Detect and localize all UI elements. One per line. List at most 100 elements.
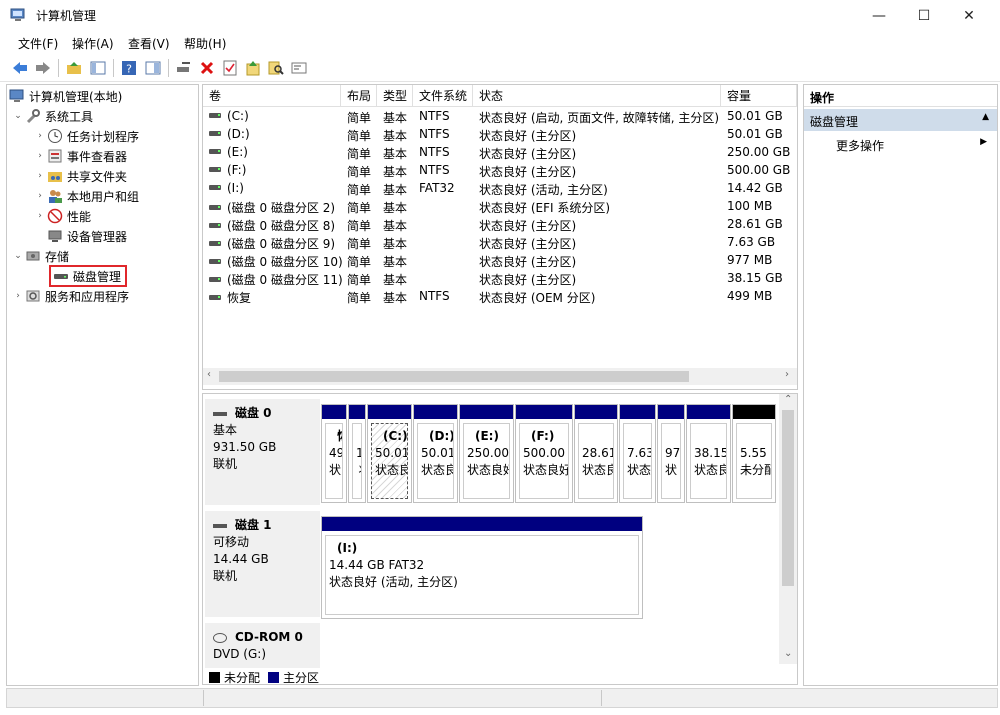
volume-row[interactable]: (磁盘 0 磁盘分区 9) 简单 基本 状态良好 (主分区) 7.63 GB (203, 234, 797, 252)
tree-item-event-viewer[interactable]: › 事件查看器 (33, 146, 127, 166)
tree-item-performance[interactable]: › 性能 (33, 206, 91, 226)
cell-layout: 简单 (347, 163, 371, 180)
delete-icon[interactable] (197, 58, 217, 78)
chevron-right-icon[interactable]: › (33, 191, 47, 201)
cell-layout: 简单 (347, 289, 371, 306)
partition-size: 14.44 GB FAT32 (329, 558, 425, 572)
show-hide-tree-icon[interactable] (88, 58, 108, 78)
chevron-right-icon[interactable]: › (33, 211, 47, 221)
up-folder-icon[interactable] (64, 58, 84, 78)
tree-item-system-tools[interactable]: ⌄ 系统工具 (11, 106, 93, 126)
volume-row[interactable]: (磁盘 0 磁盘分区 10) 简单 基本 状态良好 (主分区) 977 MB (203, 252, 797, 270)
disk0-partition[interactable]: (F:) 500.00 状态良好 (515, 404, 573, 503)
chevron-right-icon[interactable]: › (33, 151, 47, 161)
disk0-partition[interactable]: 7.63 状态 (619, 404, 656, 503)
chevron-right-icon[interactable]: › (11, 291, 25, 301)
volume-row[interactable]: 恢复 简单 基本 NTFS 状态良好 (OEM 分区) 499 MB (203, 288, 797, 306)
horizontal-scrollbar[interactable]: ‹ › (203, 368, 797, 385)
scroll-thumb[interactable] (782, 410, 794, 586)
cell-type: 基本 (383, 199, 407, 216)
partition-bar (322, 517, 642, 531)
forward-arrow-icon[interactable] (33, 58, 53, 78)
partition-line-3: 状态良 (582, 463, 613, 477)
tree-item-disk-management[interactable]: 磁盘管理 (49, 265, 128, 287)
cell-volume: (F:) (209, 163, 246, 177)
disk0-name: 磁盘 0 (235, 406, 272, 420)
disk0-partition[interactable]: (C:) 50.01 状态良 (367, 404, 412, 503)
disk0-partition[interactable]: 5.55 未分配 (732, 404, 776, 503)
volume-row[interactable]: (I:) 简单 基本 FAT32 状态良好 (活动, 主分区) 14.42 GB (203, 180, 797, 198)
column-header-status[interactable]: 状态 (473, 85, 721, 107)
shared-folder-icon (47, 168, 63, 184)
chevron-right-icon[interactable]: › (33, 171, 47, 181)
partition-line-3: 状态良好 (467, 463, 509, 477)
volume-row[interactable]: (F:) 简单 基本 NTFS 状态良好 (主分区) 500.00 GB (203, 162, 797, 180)
menu-view[interactable]: 查看(V) (128, 35, 170, 52)
column-header-capacity[interactable]: 容量 (721, 85, 797, 107)
cdrom-label[interactable]: CD-ROM 0 DVD (G:) (205, 623, 320, 668)
disk0-partition[interactable]: 1丬 (348, 404, 366, 503)
menu-help[interactable]: 帮助(H) (184, 35, 226, 52)
help-icon[interactable]: ? (119, 58, 139, 78)
vertical-scrollbar[interactable]: ⌃ ⌄ (779, 394, 797, 664)
disk0-partition[interactable]: (E:) 250.00 状态良好 (459, 404, 514, 503)
scroll-right-icon[interactable]: › (785, 369, 789, 380)
drive-icon (209, 185, 221, 190)
back-arrow-icon[interactable] (10, 58, 30, 78)
close-button[interactable]: ✕ (946, 0, 992, 31)
disk0-partition[interactable]: 28.61 状态良 (574, 404, 618, 503)
cell-layout-text: 简单 (347, 237, 372, 251)
scroll-thumb[interactable] (219, 371, 689, 382)
cell-layout: 简单 (347, 217, 371, 234)
chevron-right-icon[interactable]: › (33, 131, 47, 141)
more-actions-item[interactable]: 更多操作 ▶ (804, 134, 997, 154)
column-header-volume[interactable]: 卷 (203, 85, 341, 107)
volume-row[interactable]: (磁盘 0 磁盘分区 8) 简单 基本 状态良好 (主分区) 28.61 GB (203, 216, 797, 234)
column-header-filesystem[interactable]: 文件系统 (413, 85, 473, 107)
menu-file[interactable]: 文件(F) (18, 35, 58, 52)
cell-status-text: 状态良好 (启动, 页面文件, 故障转储, 主分区) (479, 111, 720, 125)
volume-row[interactable]: (E:) 简单 基本 NTFS 状态良好 (主分区) 250.00 GB (203, 144, 797, 162)
import-icon[interactable] (243, 58, 263, 78)
maximize-button[interactable]: ☐ (901, 0, 947, 31)
tree-item-root[interactable]: 计算机管理(本地) (9, 86, 122, 106)
cell-volume: (磁盘 0 磁盘分区 2) (209, 199, 335, 216)
disk0-partition[interactable]: 38.15 状态良 (686, 404, 731, 503)
cell-type: 基本 (383, 181, 407, 198)
column-header-type[interactable]: 类型 (377, 85, 413, 107)
tree-item-device-manager[interactable]: 设备管理器 (47, 226, 127, 246)
disk1-label[interactable]: 磁盘 1 可移动 14.44 GB 联机 (205, 511, 320, 617)
console-icon[interactable] (289, 58, 309, 78)
tree-item-local-users[interactable]: › 本地用户和组 (33, 186, 139, 206)
minimize-button[interactable]: — (856, 0, 902, 31)
actions-section-disk-management[interactable]: 磁盘管理 ▲ (804, 109, 997, 131)
connect-drive-icon[interactable] (174, 58, 194, 78)
checklist-icon[interactable] (220, 58, 240, 78)
tree-item-storage[interactable]: ⌄ 存储 (11, 246, 69, 266)
column-header-layout[interactable]: 布局 (341, 85, 377, 107)
properties-view-icon[interactable] (143, 58, 163, 78)
search-icon[interactable] (266, 58, 286, 78)
cell-volume-text: (磁盘 0 磁盘分区 11) (227, 273, 343, 287)
disk0-label[interactable]: 磁盘 0 基本 931.50 GB 联机 (205, 399, 320, 505)
disk1-partition-i[interactable]: (I:) 14.44 GB FAT32 状态良好 (活动, 主分区) (321, 516, 643, 619)
volume-row[interactable]: (C:) 简单 基本 NTFS 状态良好 (启动, 页面文件, 故障转储, 主分区) 50… (203, 108, 797, 126)
disk0-partition[interactable]: (D:) 50.01 状态良 (413, 404, 458, 503)
scroll-up-icon[interactable]: ⌃ (784, 394, 792, 405)
chevron-down-icon[interactable]: ⌄ (11, 111, 25, 121)
volume-row[interactable]: (D:) 简单 基本 NTFS 状态良好 (主分区) 50.01 GB (203, 126, 797, 144)
volume-row[interactable]: (磁盘 0 磁盘分区 11) 简单 基本 状态良好 (主分区) 38.15 GB (203, 270, 797, 288)
tree-item-task-scheduler[interactable]: › 任务计划程序 (33, 126, 139, 146)
tree-item-shared-folders[interactable]: › 共享文件夹 (33, 166, 127, 186)
scroll-left-icon[interactable]: ‹ (207, 369, 211, 380)
volume-row[interactable]: (磁盘 0 磁盘分区 2) 简单 基本 状态良好 (EFI 系统分区) 100 MB (203, 198, 797, 216)
cell-capacity: 50.01 GB (727, 109, 783, 123)
disk0-partition[interactable]: 恢49 状 (321, 404, 347, 503)
chevron-down-icon[interactable]: ⌄ (11, 251, 25, 261)
collapse-up-icon[interactable]: ▲ (982, 112, 989, 122)
disk0-partition[interactable]: 97 状 (657, 404, 685, 503)
menu-action[interactable]: 操作(A) (72, 35, 114, 52)
scroll-down-icon[interactable]: ⌄ (784, 648, 792, 659)
cell-filesystem: NTFS (419, 289, 450, 303)
tree-item-services-apps[interactable]: › 服务和应用程序 (11, 286, 129, 306)
